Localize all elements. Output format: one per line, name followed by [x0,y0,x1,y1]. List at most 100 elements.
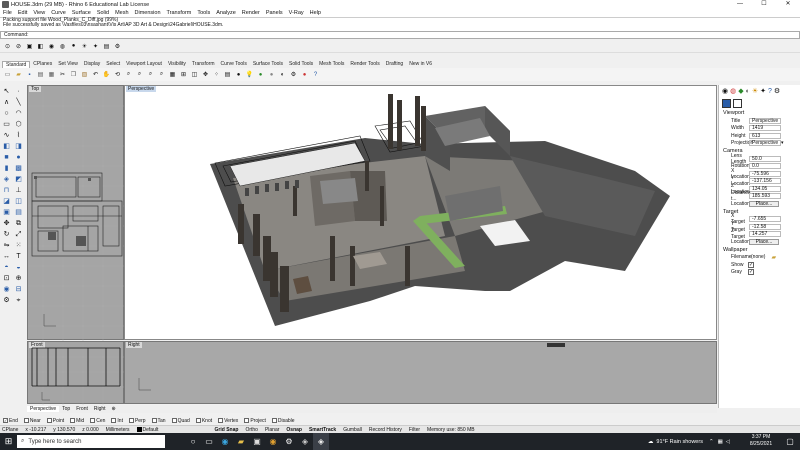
task-view-icon[interactable]: ○ [185,433,201,450]
dimension-icon[interactable]: ↔ [1,252,12,262]
light-icon[interactable]: ✦ [91,42,100,51]
tab-new-in-v6[interactable]: New in V6 [406,61,435,68]
multitask-icon[interactable]: ▭ [201,433,217,450]
rotate-icon[interactable]: ↻ [1,230,12,240]
arc-icon[interactable]: ◠ [13,109,24,119]
gear-icon[interactable]: ⚙ [281,433,297,450]
gray-checkbox[interactable]: ✓ [748,269,754,276]
osnap-knot[interactable]: Knot [195,418,212,424]
smarttrack-toggle[interactable]: SmartTrack [309,427,336,433]
osnap-disable[interactable]: Disable [271,418,295,424]
polygon-icon[interactable]: ⬡ [13,120,24,130]
show-checkbox[interactable]: ✓ [748,261,754,268]
show-icon[interactable]: ◒ [13,263,24,273]
tab-render-tools[interactable]: Render Tools [347,61,382,68]
zoom-window-icon[interactable]: ⌕ [135,70,144,79]
tab-set-view[interactable]: Set View [55,61,81,68]
command-input[interactable]: Command: [0,31,800,39]
render-sphere-icon[interactable]: ● [267,70,276,79]
add-viewport-icon[interactable]: ⊕ [109,406,119,412]
tab-viewport-layout[interactable]: Viewport Layout [123,61,165,68]
zoom-extents-icon[interactable]: ⌕ [146,70,155,79]
osnap-vertex[interactable]: Vertex [218,418,238,424]
render-tab-icon[interactable]: ◆ [738,87,743,95]
osnap-checkbox[interactable] [111,418,117,423]
grid-icon[interactable]: ▦ [168,70,177,79]
move-tool-icon[interactable]: ✥ [1,219,12,229]
network-icon[interactable]: ▦ [718,439,723,445]
rotate-view-icon[interactable]: ⟲ [113,70,122,79]
four-views-icon[interactable]: ⊞ [179,70,188,79]
boolean-icon[interactable]: ◈ [1,175,12,185]
osnap-checkbox[interactable] [90,418,96,423]
tab-cplanes[interactable]: CPlanes [30,61,55,68]
help-icon[interactable]: ? [311,70,320,79]
save-icon[interactable]: ▪ [25,70,34,79]
settings-icon[interactable]: ⚙ [113,42,122,51]
sphere-tool-icon[interactable]: ● [13,153,24,163]
box-icon[interactable]: ■ [1,153,12,163]
osnap-quad[interactable]: Quad [171,418,190,424]
width-field[interactable]: 1419 [749,125,781,132]
menu-vray[interactable]: V-Ray [289,10,304,16]
menu-tools[interactable]: Tools [197,10,210,16]
select-icon[interactable]: ◧ [36,42,45,51]
tray-chevron-icon[interactable]: ⌃ [709,439,714,445]
layers-tab-icon[interactable]: ◍ [730,87,736,95]
cplane-label[interactable]: CPlane [2,427,18,433]
paste-icon[interactable]: ▧ [80,70,89,79]
y-target-field[interactable]: -12.58 [749,223,781,230]
snap-icon[interactable]: ⌖ [13,296,24,306]
maximize-button[interactable]: ☐ [752,0,776,9]
light-tab-icon[interactable]: ✦ [760,87,766,95]
object-props-icon[interactable] [733,98,742,108]
environment-icon[interactable]: ◐ [278,70,287,79]
tab-transform[interactable]: Transform [189,61,218,68]
render-color-icon[interactable]: ● [300,70,309,79]
edge-browser-icon[interactable]: ◉ [217,433,233,450]
osnap-checkbox[interactable] [218,418,224,423]
vtab-perspective[interactable]: Perspective [27,406,60,412]
cplane-icon[interactable]: ◫ [190,70,199,79]
gumball-toggle[interactable]: Gumball [343,427,362,433]
mirror-icon[interactable]: ⇋ [1,241,12,251]
points-icon[interactable]: ⁘ [212,70,221,79]
weather-widget[interactable]: ☁ 91°F Rain showers ⌃ ▦ ◁ [648,439,730,445]
render-tool-icon[interactable]: ◉ [1,285,12,295]
undo-icon[interactable]: ↶ [91,70,100,79]
units-label[interactable]: Millimeters [106,427,130,433]
no-icon[interactable]: ⊘ [14,42,23,51]
analyze-icon[interactable]: ⊕ [13,274,24,284]
surface-icon[interactable]: ◧ [1,142,12,152]
planar-toggle[interactable]: Planar [265,427,279,433]
store-icon[interactable]: ▣ [249,433,265,450]
point-icon[interactable]: · [13,87,24,97]
vtab-right[interactable]: Right [91,406,109,412]
osnap-cen[interactable]: Cen [90,418,105,424]
windows-start-icon[interactable]: ⊞ [0,433,17,450]
menu-help[interactable]: Help [310,10,321,16]
title-field[interactable]: Perspective [749,117,781,124]
sphere-icon[interactable]: ● [69,42,78,51]
menu-mesh[interactable]: Mesh [115,10,128,16]
menu-view[interactable]: View [33,10,45,16]
explode-icon[interactable]: ◫ [13,197,24,207]
osnap-checkbox[interactable] [23,418,29,423]
sphere-render-icon[interactable]: ● [234,70,243,79]
tab-surface-tools[interactable]: Surface Tools [250,61,286,68]
height-field[interactable]: 613 [749,132,781,139]
freeform-icon[interactable]: ⌇ [13,131,24,141]
copy-icon[interactable]: ❐ [69,70,78,79]
pan-icon[interactable]: ✋ [102,70,111,79]
cut-icon[interactable]: ✂ [58,70,67,79]
viewport-right[interactable]: Right [124,341,717,404]
osnap-int[interactable]: Int [111,418,123,424]
lightbulb-icon[interactable]: 💡 [245,70,254,79]
rotation-field[interactable]: 0.0 [749,163,781,170]
osnap-end[interactable]: ✓ End [3,418,18,424]
clock[interactable]: 3:37 PM 8/25/2021 [744,434,778,448]
sun-icon[interactable]: ☀ [80,42,89,51]
grid-snap-toggle[interactable]: Grid Snap [215,427,239,433]
viewport-perspective[interactable]: Perspective [124,85,717,340]
import-icon[interactable]: ▦ [47,70,56,79]
